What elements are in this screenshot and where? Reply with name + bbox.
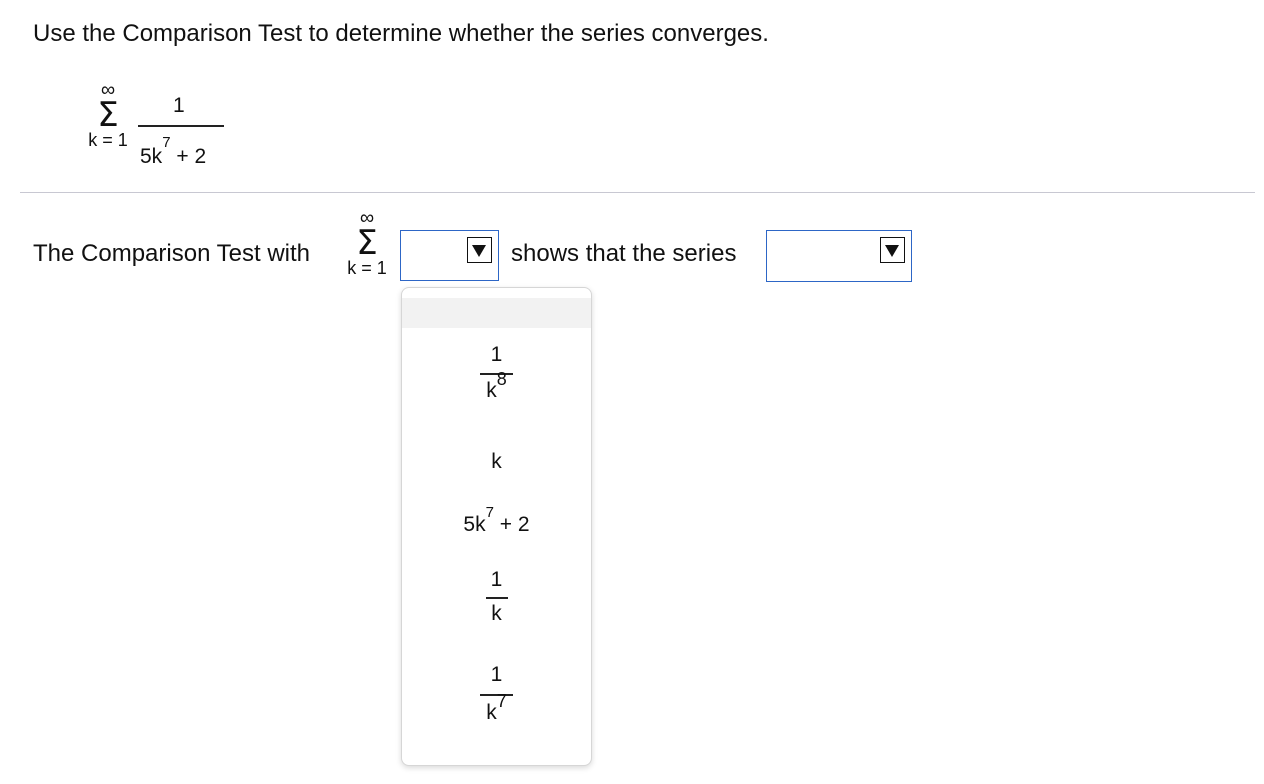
option-fraction-bar bbox=[485, 597, 508, 599]
comparison-series-select[interactable] bbox=[400, 230, 499, 281]
option-tail: + 2 bbox=[499, 513, 530, 536]
option-numerator: 1 bbox=[490, 568, 503, 591]
option-exponent: 7 bbox=[485, 504, 494, 521]
option-exponent: 8 bbox=[496, 368, 507, 389]
dropdown-arrow-icon[interactable] bbox=[880, 237, 905, 263]
option-numerator: 1 bbox=[490, 663, 503, 686]
option-base: k bbox=[486, 378, 497, 402]
option-denominator: k7 bbox=[402, 691, 591, 725]
dropdown-option-k[interactable]: k bbox=[402, 450, 591, 474]
option-denominator: k8 bbox=[402, 369, 591, 403]
answer-series-sigma: ∞ Σ k = 1 bbox=[343, 208, 391, 278]
answer-sigma-symbol: Σ bbox=[356, 223, 378, 263]
option-base: 5k bbox=[463, 513, 486, 536]
dropdown-option-blank[interactable] bbox=[402, 298, 591, 328]
given-numerator: 1 bbox=[173, 94, 185, 117]
dropdown-option-1-over-k7[interactable]: 1 k7 bbox=[402, 663, 591, 725]
question-prompt: Use the Comparison Test to determine whe… bbox=[33, 20, 769, 47]
answer-middle-text: shows that the series bbox=[511, 240, 737, 267]
sigma-lower-limit: k = 1 bbox=[88, 130, 128, 150]
option-numerator: 1 bbox=[490, 343, 503, 366]
given-series-sigma: ∞ Σ k = 1 bbox=[84, 80, 132, 150]
section-divider bbox=[20, 192, 1255, 193]
given-denominator-exponent: 7 bbox=[162, 134, 171, 151]
dropdown-option-1-over-k[interactable]: 1 k bbox=[402, 568, 591, 626]
dropdown-option-5k7-plus-2[interactable]: 5k7 + 2 bbox=[402, 504, 591, 537]
option-exponent: 7 bbox=[496, 690, 507, 711]
given-denominator-tail: + 2 bbox=[176, 145, 207, 168]
given-denominator: 5k7 + 2 bbox=[140, 134, 207, 169]
option-base: k bbox=[486, 700, 497, 724]
option-denominator: k bbox=[491, 601, 502, 625]
dropdown-arrow-icon[interactable] bbox=[467, 237, 492, 263]
sigma-symbol: Σ bbox=[97, 95, 119, 135]
answer-lead-text: The Comparison Test with bbox=[33, 240, 311, 267]
answer-sigma-lower: k = 1 bbox=[347, 258, 387, 278]
converges-diverges-select[interactable] bbox=[766, 230, 912, 282]
given-denominator-base: 5k bbox=[140, 145, 163, 168]
given-fraction-bar bbox=[138, 125, 224, 127]
comparison-series-dropdown-list: 1 k8 k 5k7 + 2 1 k 1 k7 bbox=[401, 287, 592, 766]
dropdown-option-1-over-k8[interactable]: 1 k8 bbox=[402, 343, 591, 403]
